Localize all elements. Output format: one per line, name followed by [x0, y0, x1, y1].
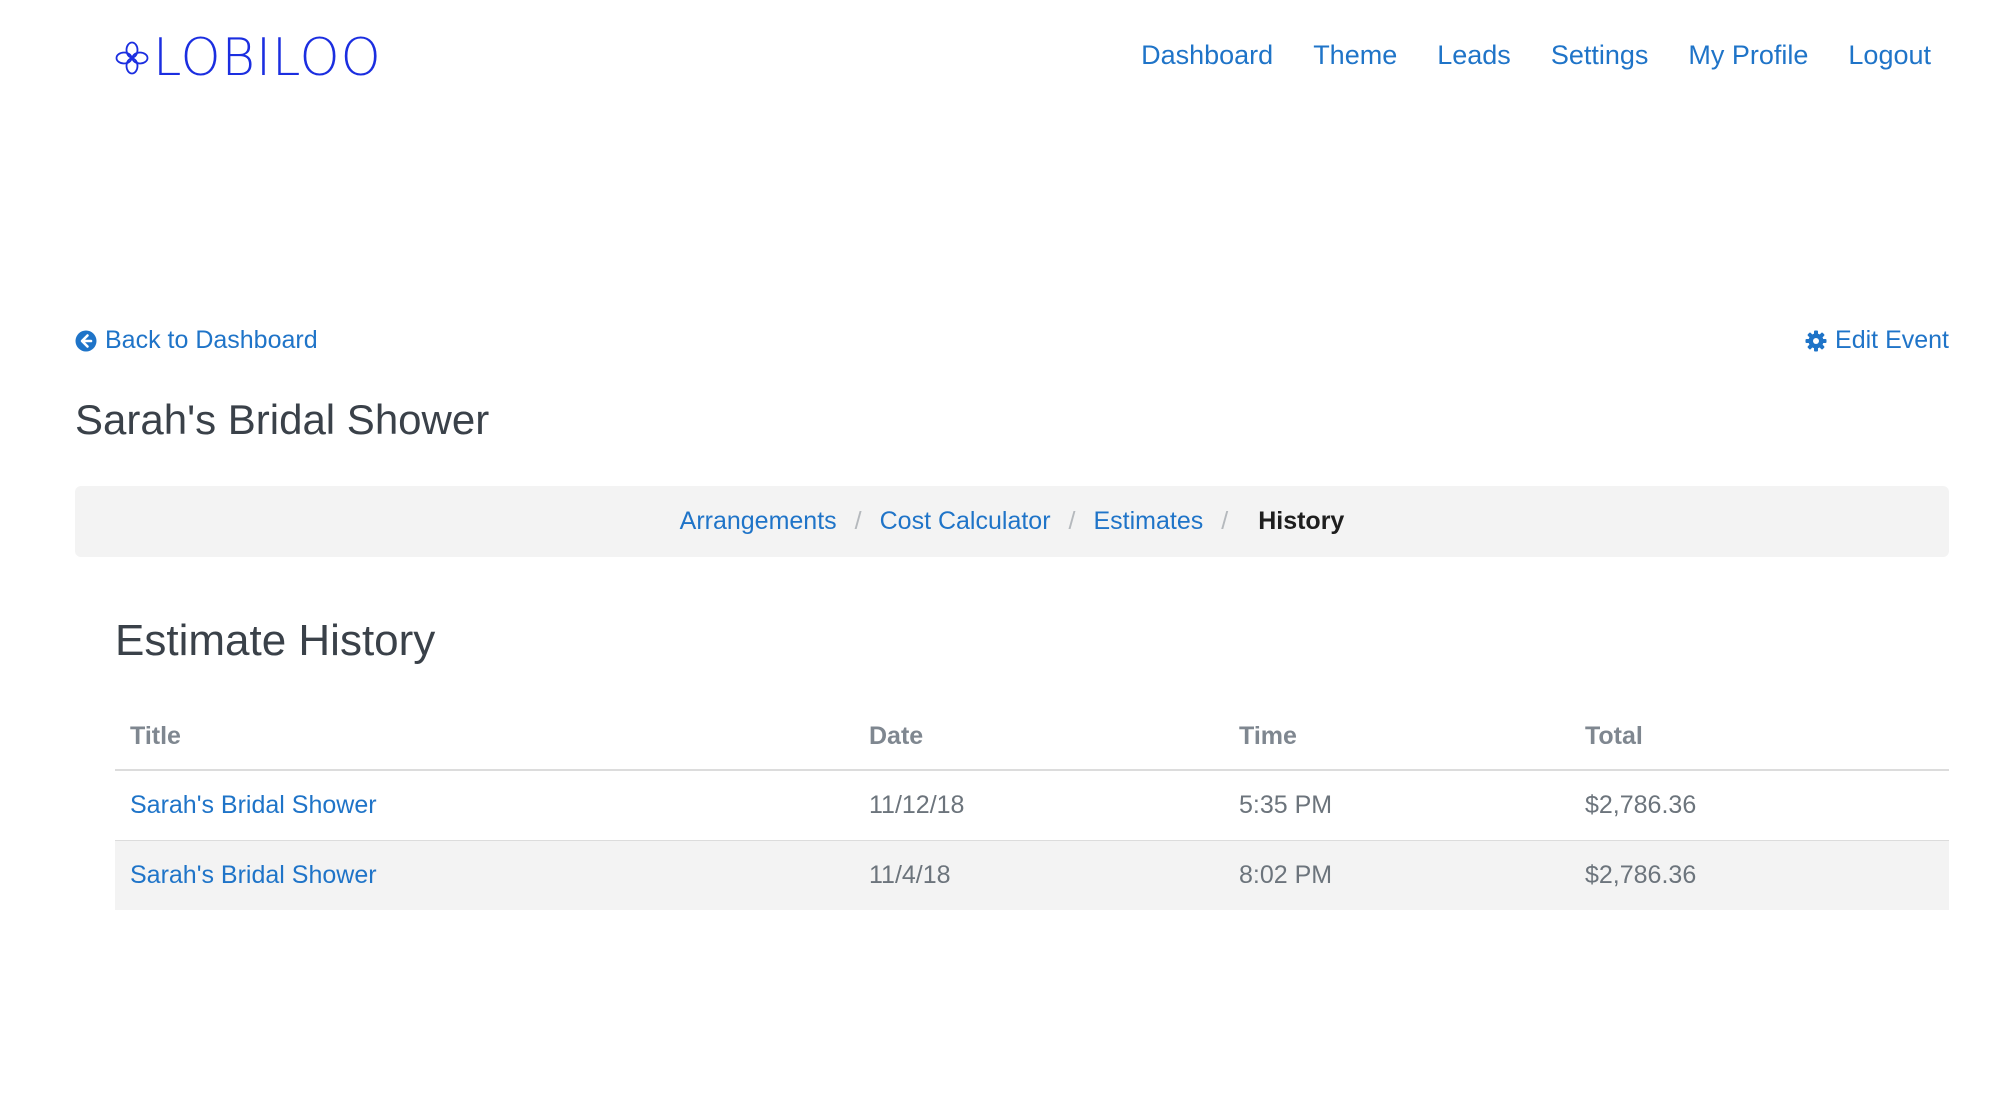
cell-time: 8:02 PM [1224, 840, 1570, 910]
site-header: LOBILOO Dashboard Theme Leads Settings M… [0, 0, 1999, 120]
column-header-total: Total [1570, 703, 1949, 771]
edit-event-label: Edit Event [1835, 326, 1949, 354]
nav-theme[interactable]: Theme [1313, 38, 1397, 72]
cell-title: Sarah's Bridal Shower [115, 840, 854, 910]
event-title: Sarah's Bridal Shower [75, 396, 490, 443]
brand-name: LOBILOO [153, 28, 382, 88]
estimate-title-link[interactable]: Sarah's Bridal Shower [130, 791, 377, 819]
breadcrumb-separator: / [854, 507, 862, 535]
cell-date: 11/4/18 [854, 840, 1224, 910]
estimate-history-title: Estimate History [115, 616, 436, 665]
cell-date: 11/12/18 [869, 791, 965, 819]
table-header-row: Title Date Time Total [115, 703, 1949, 771]
cell-title: Sarah's Bridal Shower [115, 770, 854, 841]
breadcrumb-separator: / [1221, 507, 1229, 535]
breadcrumb-arrangements[interactable]: Arrangements [680, 507, 837, 536]
estimate-title-link[interactable]: Sarah's Bridal Shower [130, 861, 377, 889]
nav-my-profile[interactable]: My Profile [1688, 38, 1808, 72]
table-row: Sarah's Bridal Shower 11/12/18 5:35 PM $… [115, 770, 1949, 841]
top-nav: Dashboard Theme Leads Settings My Profil… [1101, 38, 1931, 72]
cell-time: 5:35 PM [1239, 791, 1333, 819]
cell-total: $2,786.36 [1585, 791, 1697, 819]
breadcrumb-separator: / [1068, 507, 1076, 535]
breadcrumb-estimates[interactable]: Estimates [1093, 507, 1203, 536]
breadcrumb: Arrangements / Cost Calculator / Estimat… [75, 486, 1949, 557]
back-to-dashboard-link[interactable]: Back to Dashboard [75, 326, 318, 355]
nav-logout[interactable]: Logout [1848, 38, 1931, 72]
flower-icon [115, 41, 149, 75]
back-to-dashboard-label: Back to Dashboard [105, 326, 318, 354]
cell-total: $2,786.36 [1570, 840, 1949, 910]
gear-icon [1805, 330, 1827, 351]
estimate-history-table: Title Date Time Total Sarah's Bridal Sho… [115, 703, 1949, 910]
table-row: Sarah's Bridal Shower 11/4/18 8:02 PM $2… [115, 840, 1949, 910]
nav-settings[interactable]: Settings [1551, 38, 1649, 72]
edit-event-link[interactable]: Edit Event [1805, 326, 1949, 355]
column-header-time: Time [1224, 703, 1570, 771]
breadcrumb-cost-calculator[interactable]: Cost Calculator [880, 507, 1051, 536]
brand-logo[interactable]: LOBILOO [115, 30, 386, 86]
nav-leads[interactable]: Leads [1437, 38, 1511, 72]
page: LOBILOO Dashboard Theme Leads Settings M… [0, 0, 1999, 1103]
column-header-title: Title [115, 703, 854, 771]
arrow-circle-left-icon [75, 330, 97, 351]
column-header-date: Date [854, 703, 1224, 771]
nav-dashboard[interactable]: Dashboard [1141, 38, 1273, 72]
breadcrumb-current: History [1258, 507, 1345, 535]
